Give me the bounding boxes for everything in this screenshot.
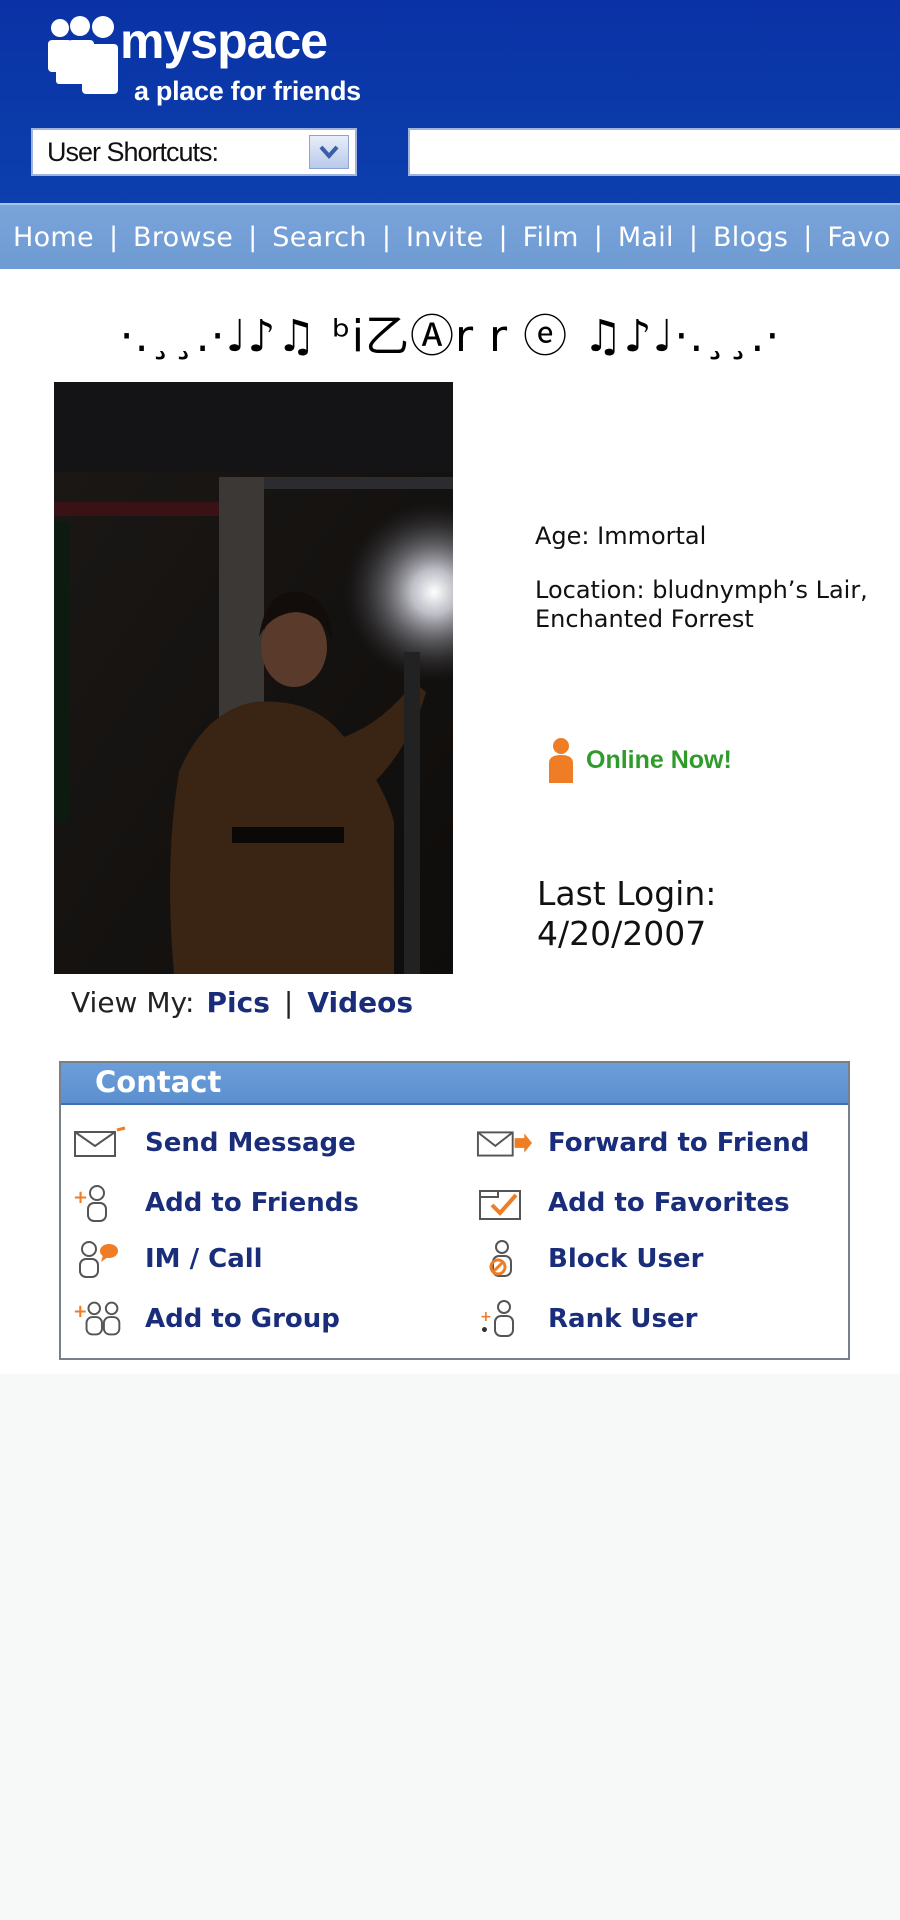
online-person-icon [549,738,573,783]
contact-title: Contact [95,1065,222,1099]
nav-home[interactable]: Home [13,222,94,253]
add-to-group-button[interactable]: + Add to Group [73,1299,340,1339]
profile-photo[interactable] [54,382,453,974]
add-group-icon: + [73,1299,129,1339]
svg-text:+: + [73,1187,88,1208]
rank-user-icon: + • [476,1299,532,1339]
svg-text:+: + [73,1302,88,1322]
forward-to-friend-button[interactable]: Forward to Friend [476,1123,809,1163]
rank-user-label: Rank User [548,1304,698,1334]
nav-browse[interactable]: Browse [133,222,233,253]
logo-wordmark: myspace [120,13,328,69]
nav-separator: | [803,221,813,253]
last-login-label: Last Login: [537,874,717,913]
nav-separator: | [498,221,508,253]
nav-film[interactable]: Film [523,222,579,253]
nav-mail[interactable]: Mail [618,222,674,253]
online-now-label: Online Now! [586,745,732,774]
add-to-group-label: Add to Group [145,1304,340,1334]
nav-blogs[interactable]: Blogs [713,222,788,253]
main-nav: Home | Browse | Search | Invite | Film |… [0,203,900,269]
nav-invite[interactable]: Invite [406,222,484,253]
rank-user-button[interactable]: + • Rank User [476,1299,697,1339]
chevron-down-icon[interactable] [309,135,349,169]
add-to-friends-label: Add to Friends [145,1188,359,1218]
site-header: myspace a place for friends User Shortcu… [0,0,900,203]
profile-location: Location: bludnymph’s Lair, Enchanted Fo… [535,576,868,633]
send-message-label: Send Message [145,1128,356,1158]
forward-envelope-icon [476,1123,532,1163]
user-shortcuts-select[interactable]: User Shortcuts: [31,128,357,176]
im-call-icon [73,1239,129,1279]
nav-favorites[interactable]: Favo [827,222,890,253]
last-login-date: 4/20/2007 [537,914,707,953]
view-pics-link[interactable]: Pics [206,986,269,1019]
favorites-icon [476,1183,532,1223]
nav-search[interactable]: Search [272,222,367,253]
block-user-button[interactable]: Block User [476,1239,703,1279]
logo-tagline: a place for friends [134,76,361,106]
view-my-links: View My: Pics | Videos [71,986,413,1019]
last-login: Last Login: 4/20/2007 [537,874,716,954]
im-call-button[interactable]: IM / Call [73,1239,263,1279]
user-shortcuts-label: User Shortcuts: [47,136,219,167]
profile-photo-image [54,382,453,974]
link-separator: | [283,986,294,1019]
svg-text:•: • [480,1323,489,1339]
block-user-label: Block User [548,1244,704,1274]
myspace-people-icon [48,16,118,94]
im-call-label: IM / Call [145,1244,263,1274]
envelope-icon [73,1123,129,1163]
view-videos-link[interactable]: Videos [307,986,413,1019]
profile-display-name: ·.¸¸.·♩♪♫ ᵇi乙Ⓐr r ⓔ ♫♪♩·.¸¸.· [119,311,781,362]
contact-box: Contact Send Message + Add to Friends IM… [59,1061,850,1360]
nav-separator: | [248,221,258,253]
add-to-favorites-label: Add to Favorites [548,1188,790,1218]
contact-header: Contact [61,1063,848,1105]
view-my-label: View My: [71,986,195,1019]
myspace-logo[interactable]: myspace a place for friends [46,13,366,106]
send-message-button[interactable]: Send Message [73,1123,356,1163]
profile-age: Age: Immortal [535,522,707,550]
search-input[interactable] [408,128,900,176]
online-status: Online Now! [548,737,732,783]
nav-separator: | [593,221,603,253]
add-friend-icon: + [73,1183,129,1223]
nav-separator: | [381,221,391,253]
add-to-favorites-button[interactable]: Add to Favorites [476,1183,790,1223]
nav-separator: | [108,221,119,253]
forward-to-friend-label: Forward to Friend [548,1128,810,1158]
block-user-icon [476,1239,532,1279]
nav-separator: | [688,221,698,253]
add-to-friends-button[interactable]: + Add to Friends [73,1183,359,1223]
